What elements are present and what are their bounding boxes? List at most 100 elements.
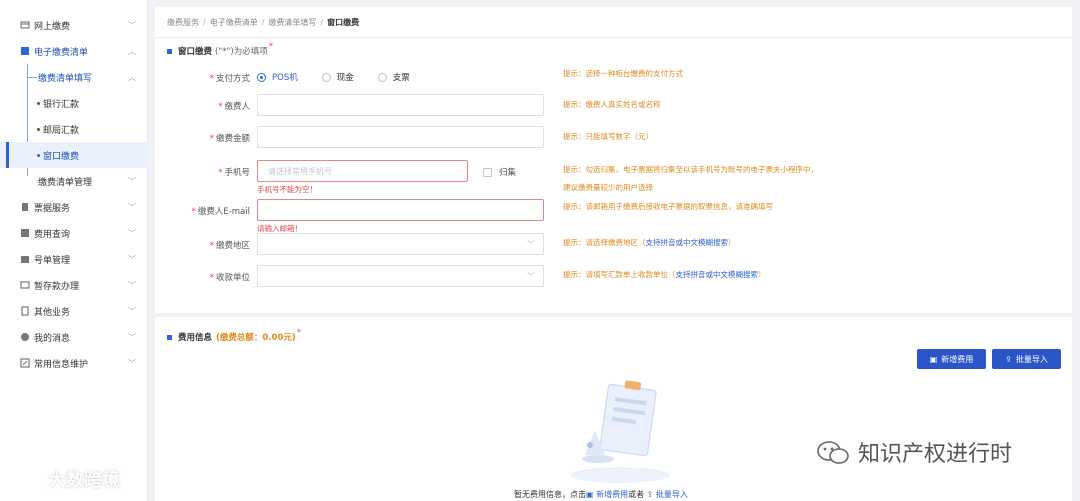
breadcrumb-item[interactable]: 缴费清单填写 [268, 18, 316, 27]
radio-circle [257, 72, 266, 82]
required-star: * [296, 328, 302, 338]
breadcrumb-item[interactable]: 缴费服务 [167, 18, 199, 27]
field-label: * 手机号 [218, 168, 250, 178]
batch-import-link[interactable]: ⇪ 批量导入 [647, 490, 688, 499]
add-fee-button[interactable]: ▣ 新增费用 [917, 349, 986, 369]
chevron-down-icon: ﹀ [128, 203, 136, 212]
upload-icon: ⇪ [646, 490, 654, 499]
nav-label: 银行汇款 [43, 99, 80, 110]
add-icon: ▣ [929, 354, 938, 364]
nav-label: 窗口缴费 [43, 151, 80, 162]
batch-import-button[interactable]: ⇪ 批量导入 [992, 349, 1061, 369]
chevron-down-icon: ﹀ [128, 359, 136, 368]
chevron-down-icon: ﹀ [527, 240, 535, 249]
hint-text: 提示：勾选归集，电子票据将归集至以该手机号为账号的电子票夹小程序中， [563, 165, 818, 174]
field-label: * 缴费人 [218, 102, 250, 112]
invoice-icon [20, 202, 30, 212]
message-icon [20, 332, 30, 342]
required-star: * [268, 42, 273, 52]
nav-number-manage[interactable]: 号单管理 ﹀ [0, 246, 148, 272]
nav-invoice-service[interactable]: 票据服务 ﹀ [0, 194, 148, 220]
region-select[interactable]: ﹀ [257, 233, 544, 255]
nav-deposit[interactable]: 暂存款办理 ﹀ [0, 272, 148, 298]
chevron-down-icon: ﹀ [128, 229, 136, 238]
nav-label: 缴费清单填写 [38, 73, 93, 84]
divider [155, 37, 1072, 38]
nav-messages[interactable]: 我的消息 ﹀ [0, 324, 148, 350]
email-input[interactable] [257, 199, 544, 221]
nav-label: 缴费清单管理 [38, 177, 93, 188]
chevron-down-icon: ﹀ [128, 281, 136, 290]
number-icon [20, 254, 30, 264]
breadcrumb: 缴费服务 / 电子缴费清单 / 缴费清单填写 / 窗口缴费 [167, 17, 359, 28]
collect-checkbox[interactable]: 归集 [483, 166, 516, 178]
phone-select[interactable]: 请选择常用手机号 [257, 160, 468, 182]
watermark-right: 知识产权进行时 [816, 436, 1012, 468]
pay-method-radio-group: POS机 现金 支票 [257, 71, 434, 83]
breadcrumb-current: 窗口缴费 [327, 18, 360, 27]
breadcrumb-separator: / [203, 18, 206, 27]
deposit-icon [20, 280, 30, 290]
edit-icon [20, 358, 30, 368]
nav-e-payment-list[interactable]: 电子缴费清单 ︿ [0, 38, 148, 64]
nav-label: 网上缴费 [34, 21, 71, 32]
breadcrumb-item[interactable]: 电子缴费清单 [210, 18, 258, 27]
other-icon [20, 306, 30, 316]
nav-label: 电子缴费清单 [34, 47, 89, 58]
empty-state-text: 暂无费用信息，点击▣ 新增费用或者 ⇪ 批量导入 [514, 489, 688, 500]
nav-label: 票据服务 [34, 203, 71, 214]
active-indicator [6, 142, 9, 168]
radio-cash[interactable]: 现金 [321, 71, 354, 83]
list-icon [20, 46, 30, 56]
chevron-down-icon: ﹀ [527, 272, 535, 281]
radio-label: POS机 [272, 73, 298, 83]
nav-fill-list[interactable]: 缴费清单填写 ︿ [0, 64, 148, 90]
add-fee-link[interactable]: ▣ 新增费用 [586, 490, 628, 499]
radio-circle [321, 72, 331, 82]
nav-common-info[interactable]: 常用信息维护 ﹀ [0, 350, 148, 376]
nav-window-payment[interactable]: 窗口缴费 [0, 142, 148, 168]
bullet-dot [37, 127, 40, 131]
hint-text: 提示：选择一种柜台缴费的支付方式 [563, 69, 683, 78]
form-panel: 缴费服务 / 电子缴费清单 / 缴费清单填写 / 窗口缴费 窗口缴费 ("*")为必填项 *… [155, 7, 1072, 313]
field-label: * 缴费人E-mail [191, 207, 250, 217]
checkbox-label: 归集 [499, 168, 517, 178]
fee-info-panel: 费用信息 (缴费总额：0.00元) * ▣ 新增费用 ⇪ 批量导入 暂无费用信息，点… [155, 317, 1072, 501]
brand-logo-icon [9, 470, 40, 488]
empty-text: 暂无费用信息，点击 [514, 490, 586, 499]
nav-post-transfer[interactable]: 邮局汇款 [0, 116, 148, 142]
nav-fee-query[interactable]: 费用查询 ﹀ [0, 220, 148, 246]
radio-check[interactable]: 支票 [377, 71, 410, 83]
nav-label: 常用信息维护 [34, 359, 89, 370]
wechat-icon [817, 441, 849, 464]
radio-label: 支票 [392, 73, 410, 83]
nav-other[interactable]: 其他业务 ﹀ [0, 298, 148, 324]
hint-text: 提示：请填写汇款单上收款单位（支持拼音或中文模糊搜索） [563, 270, 766, 279]
empty-text: 或者 [628, 490, 645, 499]
nav-list-manage[interactable]: 缴费清单管理 ﹀ [0, 168, 148, 194]
nav-online-payment[interactable]: 网上缴费 ﹀ [0, 12, 148, 38]
hint-text: 提示：该邮箱用于缴费后接收电子票据的取票信息，请准确填写 [563, 202, 773, 211]
chevron-down-icon: ﹀ [128, 177, 136, 186]
nav-label: 费用查询 [34, 229, 71, 240]
section-title-text: 窗口缴费 [178, 47, 213, 57]
payer-input[interactable] [257, 94, 544, 116]
field-label: * 支付方式 [209, 74, 250, 84]
nav-bank-transfer[interactable]: 银行汇款 [0, 90, 148, 116]
watermark-left: 大数跨境 [8, 466, 120, 492]
payee-select[interactable]: ﹀ [257, 265, 544, 287]
query-icon [20, 228, 30, 238]
checkbox-box [483, 167, 492, 177]
bullet-dot [37, 153, 40, 157]
amount-input[interactable] [257, 126, 544, 148]
button-label: 批量导入 [1015, 354, 1048, 364]
link-label: 新增费用 [596, 490, 629, 499]
empty-clipboard-illustration [570, 380, 670, 483]
radio-label: 现金 [336, 73, 354, 83]
bullet-dot [37, 101, 40, 105]
error-message: 手机号不能为空！ [257, 185, 317, 194]
placeholder-text: 请选择常用手机号 [268, 167, 332, 176]
radio-pos[interactable]: POS机 [257, 71, 298, 83]
chevron-down-icon: ﹀ [128, 333, 136, 342]
field-label: * 缴费地区 [209, 241, 250, 251]
